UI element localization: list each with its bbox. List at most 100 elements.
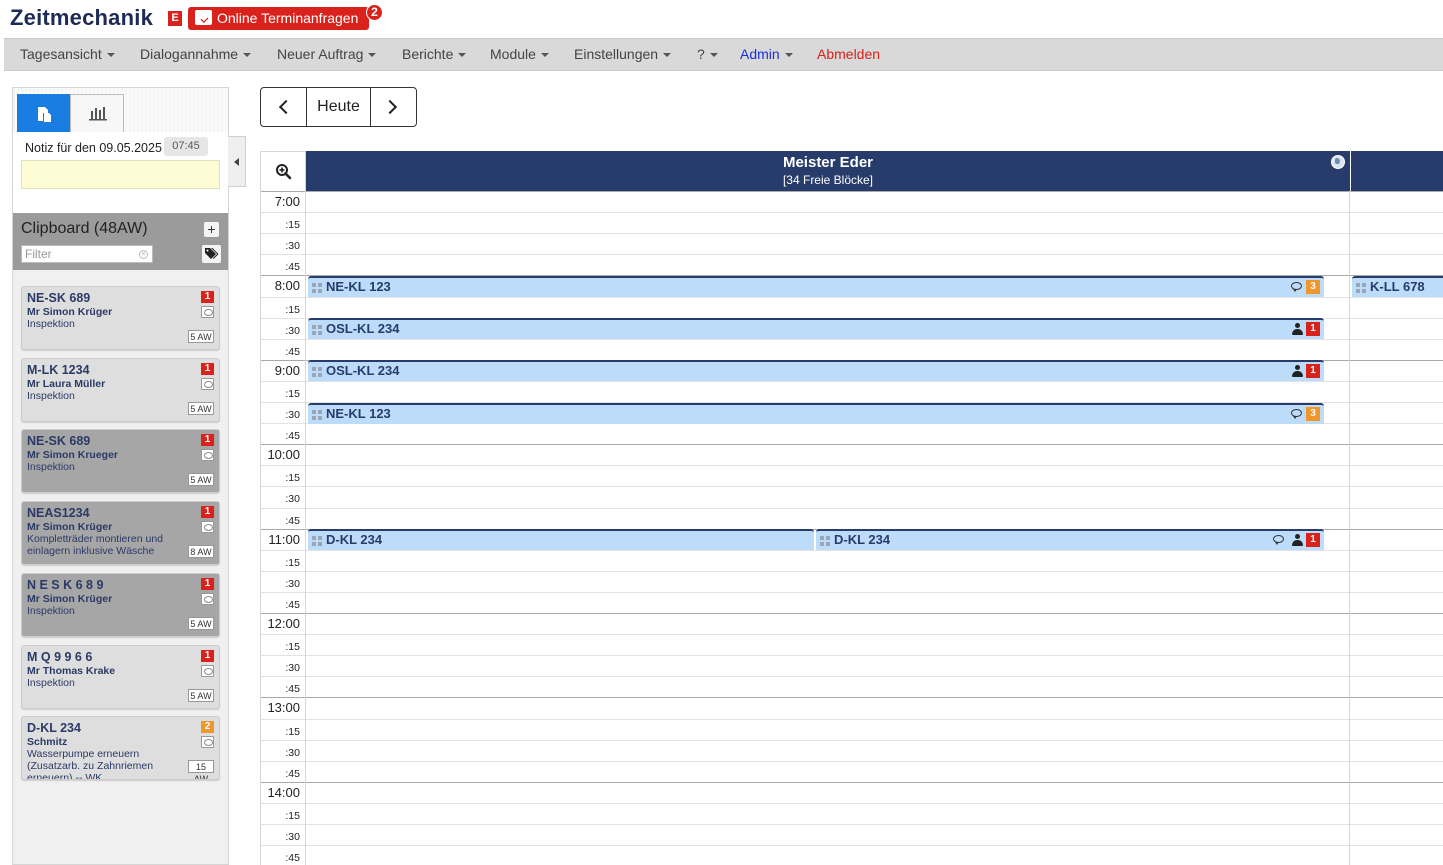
comment-icon[interactable] bbox=[201, 736, 214, 749]
appointment-plate: NE-KL 123 bbox=[326, 278, 391, 294]
comment-icon[interactable] bbox=[1273, 535, 1284, 546]
time-slot[interactable]: :15 bbox=[260, 296, 1443, 318]
card-plate: N E S K 6 8 9 bbox=[27, 577, 104, 592]
zoom-button[interactable] bbox=[260, 151, 306, 191]
globe-icon[interactable] bbox=[1331, 155, 1345, 169]
comment-icon[interactable] bbox=[201, 377, 214, 390]
clipboard-add-button[interactable]: + bbox=[204, 222, 219, 237]
nav-help[interactable]: ? bbox=[697, 39, 718, 70]
drag-handle-icon[interactable] bbox=[312, 325, 323, 336]
resource-column-header-2[interactable] bbox=[1350, 151, 1443, 191]
time-slot[interactable]: :45 bbox=[260, 423, 1443, 444]
previous-day-button[interactable] bbox=[261, 88, 307, 126]
drag-handle-icon[interactable] bbox=[312, 536, 323, 547]
nav-einstellungen[interactable]: Einstellungen bbox=[574, 39, 672, 70]
time-slot[interactable]: :30 bbox=[260, 570, 1443, 592]
tags-button[interactable] bbox=[202, 245, 221, 263]
card-plate: NEAS1234 bbox=[27, 506, 90, 521]
nav-label: Dialogannahme bbox=[140, 46, 239, 62]
online-requests-button[interactable]: Online Terminanfragen bbox=[188, 7, 369, 30]
appointment[interactable]: D-KL 234 1 bbox=[816, 529, 1324, 551]
bar-chart-icon bbox=[89, 107, 107, 121]
comment-icon[interactable] bbox=[201, 306, 214, 318]
time-slot[interactable]: 14:00 bbox=[260, 781, 1443, 803]
time-slot[interactable]: :15 bbox=[260, 802, 1443, 824]
card-customer: Mr Simon Krüger bbox=[27, 592, 113, 605]
time-slot[interactable]: :30 bbox=[260, 233, 1443, 254]
clipboard-card[interactable]: D-KL 234 Schmitz Wasserpumpe erneuern (Zus… bbox=[21, 716, 220, 781]
appointment-plate: D-KL 234 bbox=[326, 532, 383, 548]
drag-handle-icon[interactable] bbox=[312, 282, 323, 293]
time-slot[interactable]: :15 bbox=[260, 549, 1443, 571]
time-slot[interactable]: :30 bbox=[260, 824, 1443, 845]
clear-filter-icon[interactable]: × bbox=[139, 250, 148, 259]
collapse-sidebar-toggle[interactable] bbox=[228, 136, 246, 187]
time-slot[interactable]: :45 bbox=[260, 507, 1443, 529]
time-slot[interactable]: :45 bbox=[260, 760, 1443, 782]
time-slot[interactable]: :15 bbox=[260, 718, 1443, 740]
comment-icon[interactable] bbox=[201, 449, 214, 462]
time-slot[interactable]: :45 bbox=[260, 338, 1443, 360]
time-slot[interactable]: :30 bbox=[260, 655, 1443, 676]
drag-handle-icon[interactable] bbox=[312, 367, 323, 378]
person-icon bbox=[1292, 534, 1303, 547]
time-slot[interactable]: :45 bbox=[260, 254, 1443, 275]
time-slot[interactable]: :15 bbox=[260, 634, 1443, 655]
appointment[interactable]: D-KL 234 bbox=[308, 529, 814, 551]
comment-icon[interactable] bbox=[201, 664, 214, 677]
nav-dialogannahme[interactable]: Dialogannahme bbox=[140, 39, 252, 70]
clipboard-card[interactable]: M-LK 1234 Mr Laura Müller Inspektion 1 5 AW bbox=[21, 357, 220, 422]
today-button[interactable]: Heute bbox=[307, 88, 370, 126]
nav-label: Berichte bbox=[402, 46, 454, 62]
appointment[interactable]: OSL-KL 234 1 bbox=[308, 360, 1324, 382]
time-slot[interactable]: :45 bbox=[260, 845, 1443, 865]
drag-handle-icon[interactable] bbox=[820, 536, 831, 547]
appointment[interactable]: NE-KL 123 3 bbox=[308, 275, 1324, 297]
clipboard-card[interactable]: NE-SK 689 Mr Simon Krueger Inspektion 1 5 AW bbox=[21, 429, 220, 494]
comment-icon[interactable] bbox=[1291, 281, 1302, 292]
clipboard-filter-input[interactable] bbox=[21, 245, 153, 263]
time-slot[interactable]: :30 bbox=[260, 486, 1443, 507]
time-slot[interactable]: :15 bbox=[260, 465, 1443, 486]
brand-logo[interactable]: Zeitmechanik bbox=[10, 5, 153, 31]
time-slot[interactable]: :15 bbox=[260, 212, 1443, 233]
nav-neuer-auftrag[interactable]: Neuer Auftrag bbox=[277, 39, 377, 70]
nav-berichte[interactable]: Berichte bbox=[402, 39, 467, 70]
clipboard-card[interactable]: M Q 9 9 6 6 Mr Thomas Krake Inspektion 1 5 A… bbox=[21, 644, 220, 709]
time-slot[interactable]: 10:00 bbox=[260, 444, 1443, 465]
clipboard-icon bbox=[38, 107, 51, 122]
card-description: Kompletträder montieren und einlagern in… bbox=[27, 533, 163, 558]
nav-admin[interactable]: Admin bbox=[740, 39, 793, 70]
appointment-badge: 3 bbox=[1306, 406, 1320, 421]
time-slot[interactable]: :30 bbox=[260, 739, 1443, 761]
nav-module[interactable]: Module bbox=[490, 39, 549, 70]
main-nav: Tagesansicht Dialogannahme Neuer Auftrag… bbox=[4, 38, 1443, 71]
time-slot[interactable]: :45 bbox=[260, 591, 1443, 613]
comment-icon[interactable] bbox=[1291, 408, 1302, 419]
clipboard-card[interactable]: N E S K 6 8 9 Mr Simon Krüger Inspektion 1 5… bbox=[21, 572, 220, 637]
next-day-button[interactable] bbox=[370, 88, 416, 126]
clipboard-card[interactable]: NEAS1234 Mr Simon Krüger Kompletträder mon… bbox=[21, 501, 220, 566]
nav-label: Admin bbox=[740, 46, 780, 62]
nav-tagesansicht[interactable]: Tagesansicht bbox=[20, 39, 115, 70]
comment-icon[interactable] bbox=[201, 592, 214, 605]
appointment[interactable]: OSL-KL 234 1 bbox=[308, 318, 1324, 340]
resource-column-header[interactable]: Meister Eder [34 Freie Blöcke] bbox=[306, 151, 1350, 191]
drag-handle-icon[interactable] bbox=[312, 409, 323, 420]
time-slot[interactable]: :45 bbox=[260, 676, 1443, 697]
drag-handle-icon[interactable] bbox=[1356, 282, 1367, 293]
tab-statistics[interactable] bbox=[70, 94, 124, 132]
nav-logout[interactable]: Abmelden bbox=[817, 39, 880, 70]
appointment[interactable]: K-LL 678 bbox=[1352, 275, 1443, 297]
time-slot[interactable]: 13:00 bbox=[260, 697, 1443, 718]
time-slot[interactable]: 7:00 bbox=[260, 191, 1443, 212]
clipboard-card[interactable]: NE-SK 689 Mr Simon Krüger Inspektion 1 5 AW bbox=[21, 286, 220, 350]
appointment[interactable]: NE-KL 123 3 bbox=[308, 402, 1324, 424]
card-description: Inspektion bbox=[27, 676, 75, 689]
time-slot[interactable]: 12:00 bbox=[260, 613, 1443, 634]
tab-clipboard[interactable] bbox=[17, 94, 71, 132]
note-input[interactable] bbox=[21, 160, 220, 189]
time-slot[interactable]: :15 bbox=[260, 380, 1443, 402]
comment-icon[interactable] bbox=[201, 521, 214, 534]
card-priority-badge: 2 bbox=[201, 721, 214, 734]
